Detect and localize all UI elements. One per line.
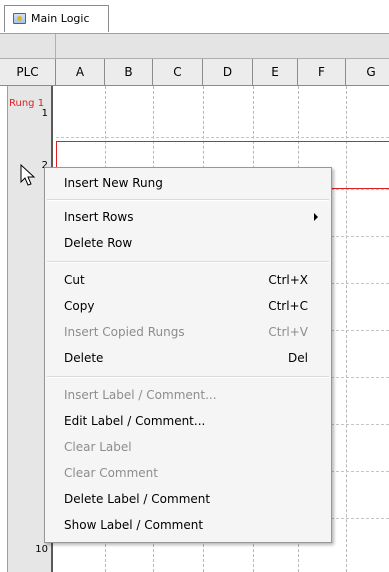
grid-line	[56, 137, 389, 138]
menu-item-label: Delete Row	[64, 236, 133, 250]
rung-label: Rung 1	[9, 98, 45, 109]
column-header-row: PLC A B C D E F G	[0, 59, 389, 86]
menu-item-label: Delete Label / Comment	[64, 492, 211, 506]
column-header-f[interactable]: F	[298, 59, 346, 85]
menu-item-label: Clear Comment	[64, 466, 158, 480]
ladder-program-icon	[13, 13, 26, 24]
tab-strip: Main Logic	[0, 0, 389, 34]
menu-item-label: Insert Copied Rungs	[64, 325, 185, 339]
menu-separator	[47, 261, 329, 263]
mouse-pointer-icon	[20, 164, 36, 186]
menu-item-label: Insert New Rung	[64, 176, 163, 190]
menu-item-delete-label-comment[interactable]: Delete Label / Comment	[45, 488, 331, 510]
menu-item-label: Copy	[64, 299, 95, 313]
tab-main-logic[interactable]: Main Logic	[4, 5, 109, 32]
menu-item-label: Show Label / Comment	[64, 518, 204, 532]
menu-item-label: Insert Label / Comment...	[64, 388, 217, 402]
toolbar-band	[0, 34, 389, 59]
menu-item-shortcut: Ctrl+C	[268, 299, 308, 313]
menu-item-label: Edit Label / Comment...	[64, 414, 206, 428]
column-header-e[interactable]: E	[253, 59, 298, 85]
menu-item-show-label-comment[interactable]: Show Label / Comment	[45, 514, 331, 536]
band-divider	[55, 34, 56, 58]
tab-label: Main Logic	[31, 12, 90, 25]
menu-item-label: Cut	[64, 273, 85, 287]
menu-item-delete[interactable]: Delete Del	[45, 347, 331, 369]
column-header-b[interactable]: B	[105, 59, 153, 85]
plc-column-header: PLC	[0, 59, 56, 85]
menu-item-copy[interactable]: Copy Ctrl+C	[45, 295, 331, 317]
menu-item-shortcut: Del	[288, 351, 308, 365]
menu-item-label: Delete	[64, 351, 104, 365]
column-header-a[interactable]: A	[56, 59, 105, 85]
menu-item-insert-new-rung[interactable]: Insert New Rung	[45, 172, 331, 194]
column-header-c[interactable]: C	[153, 59, 203, 85]
menu-item-shortcut: Ctrl+V	[268, 325, 308, 339]
menu-item-clear-label[interactable]: Clear Label	[45, 436, 331, 458]
menu-item-label: Clear Label	[64, 440, 132, 454]
menu-item-insert-copied-rungs[interactable]: Insert Copied Rungs Ctrl+V	[45, 321, 331, 343]
submenu-arrow-icon	[314, 213, 318, 221]
menu-item-delete-row[interactable]: Delete Row	[45, 232, 331, 254]
column-header-g[interactable]: G	[346, 59, 389, 85]
menu-item-edit-label-comment[interactable]: Edit Label / Comment...	[45, 410, 331, 432]
menu-item-cut[interactable]: Cut Ctrl+X	[45, 269, 331, 291]
menu-item-label: Insert Rows	[64, 210, 134, 224]
row-number-10: 10	[35, 544, 48, 555]
context-menu: Insert New Rung Insert Rows Delete Row C…	[44, 167, 332, 543]
menu-item-shortcut: Ctrl+X	[268, 273, 308, 287]
menu-separator	[47, 376, 329, 378]
menu-item-clear-comment[interactable]: Clear Comment	[45, 462, 331, 484]
menu-item-insert-rows[interactable]: Insert Rows	[45, 206, 331, 228]
column-header-d[interactable]: D	[203, 59, 253, 85]
menu-item-insert-label-comment[interactable]: Insert Label / Comment...	[45, 384, 331, 406]
menu-separator	[47, 199, 329, 201]
row-number-1: 1	[41, 108, 48, 119]
